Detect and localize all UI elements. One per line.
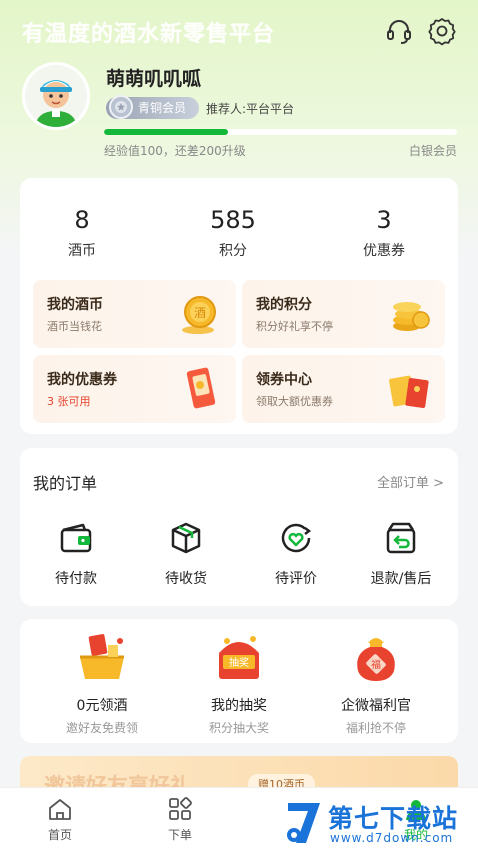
tile-title: 我的积分 [256,297,312,313]
coupon-center-icon [389,375,429,408]
stat-value: 3 [376,206,392,234]
next-level-label: 白银会员 [408,144,457,158]
stat-points[interactable]: 585 积分 [173,206,293,260]
order-label: 退款/售后 [370,571,432,587]
tile-subtitle: 酒币当钱花 [47,320,102,333]
lottery-chest-icon: 抽奖 [219,636,259,679]
points-stack-icon [393,302,430,331]
stat-coupons[interactable]: 3 优惠券 [324,206,444,260]
tile-title: 我的优惠券 [47,372,117,388]
review-icon [281,523,312,553]
grid-icon [169,797,192,820]
tile-title: 领券中心 [256,372,312,388]
order-pending-payment[interactable]: 待付款 [26,520,126,588]
wallet-icon [60,523,92,553]
headset-icon[interactable] [384,16,414,46]
promo-title: 我的抽奖 [211,698,267,714]
stat-wine-coins[interactable]: 8 酒币 [22,206,142,260]
order-refund-aftersale[interactable]: 退款/售后 [346,520,456,588]
experience-text: 经验值100，还差200升级 [104,144,246,158]
brand-slogan: 有温度的酒水新零售平台 [22,22,276,47]
watermark-name: 第七下载站 [328,804,459,833]
promo-free-wine[interactable]: 0元领酒 邀好友免费领 [37,629,167,736]
assets-card: 8 酒币 585 积分 3 优惠券 我的酒币 酒币当钱花 酒 我的积分 积分好礼… [20,178,458,434]
username: 萌萌叽叽呱 [106,68,202,90]
svg-text:抽奖: 抽奖 [229,656,249,669]
order-pending-review[interactable]: 待评价 [246,520,346,588]
site-watermark: 第七下载站 www.d7down.com [284,797,478,850]
order-pending-receipt[interactable]: 待收货 [136,520,236,588]
promo-wecom-welfare[interactable]: 福 企微福利官 福利抢不停 [311,629,441,736]
order-label: 待付款 [55,571,97,587]
promo-title: 0元领酒 [76,698,128,714]
tile-my-coupons[interactable]: 我的优惠券 3 张可用 [33,355,236,423]
tile-my-points[interactable]: 我的积分 积分好礼享不停 [242,280,445,348]
orders-title: 我的订单 [33,474,98,493]
tile-subtitle: 领取大额优惠券 [256,395,333,408]
svg-text:福: 福 [371,658,381,671]
order-label: 待收货 [165,571,207,587]
tab-home[interactable]: 首页 [30,796,90,843]
gear-icon[interactable] [427,16,457,46]
member-level-badge[interactable]: 青铜会员 [106,95,199,119]
tile-my-wine-coins[interactable]: 我的酒币 酒币当钱花 酒 [33,280,236,348]
watermark-logo-icon [287,803,320,843]
experience-progress-bar [104,129,457,135]
stat-label: 积分 [219,243,247,259]
promo-subtitle: 邀好友免费领 [65,721,138,735]
order-label: 待评价 [275,571,317,587]
referrer-text: 推荐人:平台平台 [206,102,295,116]
watermark-url: www.d7down.com [330,831,454,845]
tile-subtitle: 积分好礼享不停 [256,320,333,333]
coupon-ticket-icon [186,367,216,409]
experience-progress-fill [104,129,228,135]
box-icon [171,522,201,554]
tab-order[interactable]: 下单 [150,796,210,843]
stat-value: 8 [74,206,90,234]
lucky-bag-icon: 福 [357,638,395,681]
home-icon [49,799,71,820]
orders-card: 我的订单 全部订单 > 待付款 待收货 待评价 退款/售后 [20,448,458,606]
tile-title: 我的酒币 [47,297,103,313]
refund-icon [386,522,416,554]
avatar[interactable] [22,62,90,130]
medal-icon [109,95,133,119]
stat-value: 585 [210,206,256,234]
promo-subtitle: 积分抽大奖 [208,721,269,735]
member-level-label: 青铜会员 [138,101,187,115]
svg-text:酒: 酒 [194,306,206,320]
promotions-card: 0元领酒 邀好友免费领 抽奖 我的抽奖 积分抽大奖 福 企微福利官 福利抢不停 [20,619,458,743]
gift-basket-icon [80,634,124,679]
tile-coupon-center[interactable]: 领券中心 领取大额优惠券 [242,355,445,423]
tab-label: 下单 [167,828,192,842]
tab-label: 首页 [47,828,72,842]
promo-title: 企微福利官 [341,698,411,714]
promo-lottery[interactable]: 抽奖 我的抽奖 积分抽大奖 [174,629,304,736]
tile-subtitle: 3 张可用 [47,395,91,408]
all-orders-link[interactable]: 全部订单 > [377,472,444,491]
promo-subtitle: 福利抢不停 [345,721,406,735]
stat-label: 优惠券 [363,243,405,259]
coin-icon: 酒 [182,296,216,334]
stat-label: 酒币 [68,243,96,259]
